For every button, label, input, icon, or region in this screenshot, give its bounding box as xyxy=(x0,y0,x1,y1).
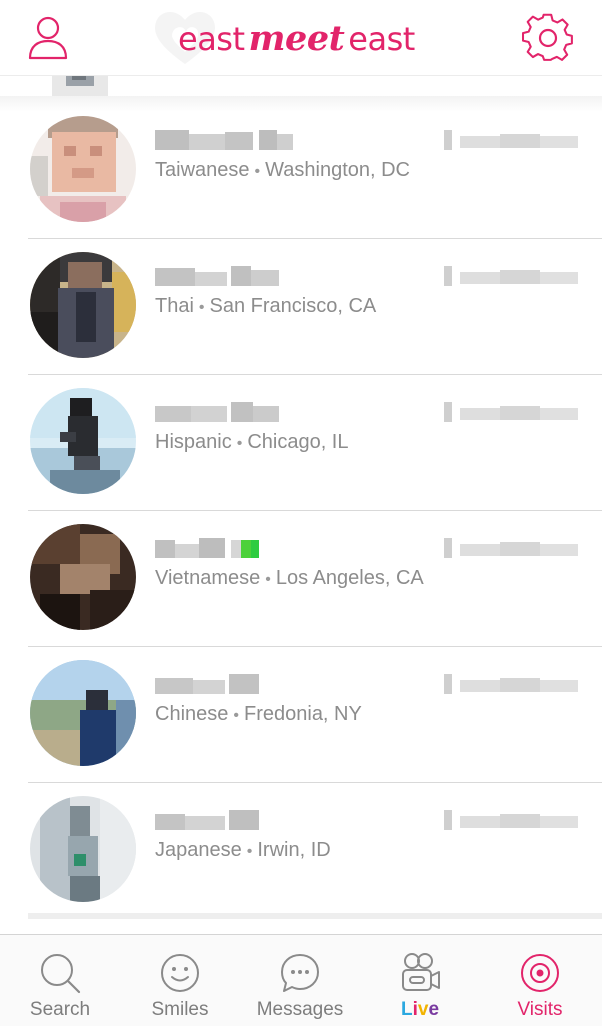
chat-bubble-icon xyxy=(281,954,319,992)
visit-row[interactable]: Thai • San Francisco, CA xyxy=(0,240,602,375)
tab-smiles[interactable]: Smiles xyxy=(120,935,240,1026)
avatar xyxy=(30,660,136,766)
separator: • xyxy=(236,435,243,452)
person-outline-icon xyxy=(28,16,68,60)
row-divider xyxy=(28,913,602,919)
logo-wordmark: east meet east xyxy=(178,18,415,59)
ethnicity: Chinese xyxy=(155,703,229,725)
avatar xyxy=(30,796,136,902)
tab-search[interactable]: Search xyxy=(0,935,120,1026)
tab-visits[interactable]: Visits xyxy=(480,935,600,1026)
location: Chicago, IL xyxy=(247,431,349,453)
visitor-details: Taiwanese • Washington, DC xyxy=(155,159,410,182)
tab-live[interactable]: Live xyxy=(360,935,480,1026)
settings-button[interactable] xyxy=(521,12,574,64)
timestamp-redacted xyxy=(444,266,578,286)
visit-row[interactable]: Japanese • Irwin, ID xyxy=(0,784,602,919)
bottom-tab-bar: Search Smiles Messages Live Visits xyxy=(0,934,602,1026)
app-header: east meet east xyxy=(0,0,602,76)
name-redacted xyxy=(155,538,259,558)
row-divider xyxy=(28,782,602,783)
smiley-icon xyxy=(161,954,199,992)
visitor-details: Japanese • Irwin, ID xyxy=(155,839,331,862)
location: Washington, DC xyxy=(265,159,410,181)
ethnicity: Hispanic xyxy=(155,431,232,453)
profile-button[interactable] xyxy=(26,14,70,60)
timestamp-redacted xyxy=(444,810,578,830)
tab-label: Live xyxy=(400,999,440,1020)
ethnicity: Vietnamese xyxy=(155,567,261,589)
tab-messages[interactable]: Messages xyxy=(240,935,360,1026)
separator: • xyxy=(246,843,253,860)
tab-label: Smiles xyxy=(151,999,209,1020)
video-camera-icon xyxy=(402,953,440,991)
avatar xyxy=(30,388,136,494)
timestamp-redacted xyxy=(444,674,578,694)
name-redacted xyxy=(155,674,259,694)
row-divider xyxy=(28,510,602,511)
visits-target-icon xyxy=(521,954,559,992)
tab-label: Messages xyxy=(256,999,344,1020)
search-icon xyxy=(41,954,81,994)
name-redacted xyxy=(155,266,279,286)
location: San Francisco, CA xyxy=(209,295,377,317)
separator: • xyxy=(265,571,271,588)
avatar xyxy=(30,252,136,358)
gear-outline-icon xyxy=(521,13,573,61)
visitor-details: Thai • San Francisco, CA xyxy=(155,295,376,318)
location: Los Angeles, CA xyxy=(275,567,424,589)
tab-label: Search xyxy=(29,999,91,1020)
avatar xyxy=(30,524,136,630)
visit-row[interactable]: Hispanic • Chicago, IL xyxy=(0,376,602,511)
timestamp-redacted xyxy=(444,538,578,558)
separator: • xyxy=(233,707,239,724)
name-redacted xyxy=(155,130,293,150)
location: Irwin, ID xyxy=(257,839,331,861)
timestamp-redacted xyxy=(444,130,578,150)
location: Fredonia, NY xyxy=(244,703,362,725)
avatar xyxy=(30,116,136,222)
row-divider xyxy=(28,238,602,239)
ethnicity: Taiwanese xyxy=(155,159,250,181)
timestamp-redacted xyxy=(444,402,578,422)
visitor-details: Hispanic • Chicago, IL xyxy=(155,431,348,454)
name-redacted xyxy=(155,402,279,422)
ethnicity: Thai xyxy=(155,295,194,317)
name-redacted xyxy=(155,810,259,830)
visit-row[interactable]: Vietnamese • Los Angeles, CA xyxy=(0,512,602,647)
visitor-details: Vietnamese • Los Angeles, CA xyxy=(155,567,424,590)
separator: • xyxy=(254,163,261,180)
visit-row[interactable]: Taiwanese • Washington, DC xyxy=(0,104,602,239)
tab-label: Visits xyxy=(517,999,563,1020)
visitor-details: Chinese • Fredonia, NY xyxy=(155,703,362,726)
separator: • xyxy=(198,299,205,316)
visit-row[interactable]: Chinese • Fredonia, NY xyxy=(0,648,602,783)
app-logo: east meet east xyxy=(150,6,440,66)
ethnicity: Japanese xyxy=(155,839,242,861)
avatar xyxy=(52,76,108,96)
row-divider xyxy=(28,374,602,375)
row-divider xyxy=(28,646,602,647)
